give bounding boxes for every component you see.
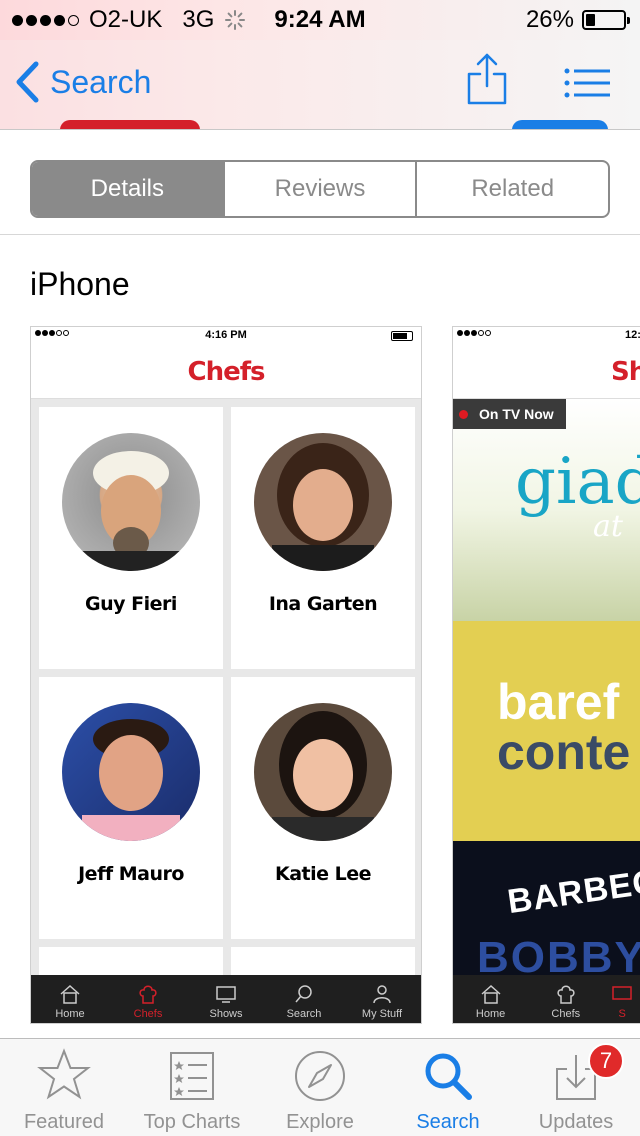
segment-related[interactable]: Related — [415, 162, 608, 216]
search-icon — [295, 985, 312, 1003]
tab-search[interactable]: Search — [384, 1039, 512, 1136]
tab-top-charts[interactable]: Top Charts — [128, 1039, 256, 1136]
chevron-left-icon — [16, 61, 39, 103]
mini-tab-shows: S — [603, 975, 640, 1023]
scrolled-content-peek — [60, 120, 200, 129]
mini-tab-bar: Home Chefs S — [453, 975, 640, 1023]
back-button[interactable]: Search — [14, 60, 151, 104]
mini-tab-shows: Shows — [187, 975, 265, 1023]
list-icon — [170, 1052, 214, 1100]
mini-tab-search: Search — [265, 975, 343, 1023]
chef-hat-icon — [139, 985, 157, 1004]
mini-tab-label: My Stuff — [361, 1008, 403, 1020]
person-icon — [373, 985, 391, 1004]
mini-header-title: Sh — [453, 345, 640, 399]
promo-text: BARBECU — [505, 858, 640, 922]
back-button-label: Search — [50, 63, 152, 100]
chef-card: Guy Fieri — [39, 407, 223, 669]
tab-label: Featured — [23, 1111, 105, 1133]
tab-label: Top Charts — [143, 1111, 241, 1133]
mini-tab-my-stuff: My Stuff — [343, 975, 421, 1023]
star-icon — [37, 1048, 91, 1100]
segment-details[interactable]: Details — [32, 162, 223, 216]
mini-tab-label: Home — [475, 1008, 506, 1020]
home-icon — [60, 984, 80, 1004]
mini-tab-chefs: Chefs — [528, 975, 603, 1023]
battery-percent: 26% — [525, 6, 574, 33]
home-icon — [481, 984, 501, 1004]
mini-header-title: Chefs — [31, 345, 421, 399]
app-screenshot-1[interactable]: 4:16 PM Chefs Guy Fieri Ina Garten Jeff … — [30, 326, 422, 1024]
avatar — [62, 703, 200, 841]
battery-icon — [582, 10, 630, 30]
promo-text: conte — [497, 724, 631, 780]
promo-image: BARBECU BOBBY — [453, 841, 640, 991]
section-title: iPhone — [30, 266, 130, 302]
mini-tab-label: Home — [55, 1008, 85, 1020]
tab-label: Updates — [538, 1111, 614, 1133]
avatar — [254, 433, 392, 571]
mini-tab-home: Home — [453, 975, 528, 1023]
tab-explore[interactable]: Explore — [256, 1039, 384, 1136]
tab-label: Explore — [286, 1111, 354, 1133]
tab-label: Search — [416, 1111, 480, 1133]
avatar — [62, 433, 200, 571]
promo-text: at — [593, 509, 623, 544]
chef-hat-icon — [557, 985, 575, 1004]
chef-name: Guy Fieri — [85, 593, 177, 615]
navigation-bar: Search — [0, 40, 640, 130]
chef-name: Ina Garten — [268, 593, 378, 615]
compass-icon — [295, 1051, 345, 1101]
battery-icon — [391, 331, 413, 341]
mini-status-bar: 4:16 PM — [31, 327, 421, 345]
tab-bar: Featured Top Charts Explore Search Updat… — [0, 1038, 640, 1136]
status-right: 26% — [525, 6, 630, 34]
tab-featured[interactable]: Featured — [0, 1039, 128, 1136]
mini-status-time: 4:16 PM — [205, 329, 247, 341]
promo-image: baref conte — [453, 621, 640, 841]
mini-tab-label: Chefs — [133, 1008, 163, 1020]
promo-image: giad at — [453, 399, 640, 621]
chef-card: Katie Lee — [231, 677, 415, 939]
avatar — [254, 703, 392, 841]
tv-icon — [612, 986, 632, 1000]
mini-tab-label: Shows — [209, 1008, 243, 1020]
mini-tab-chefs: Chefs — [109, 975, 187, 1023]
promo-text: giad — [515, 445, 640, 519]
segment-reviews[interactable]: Reviews — [222, 162, 416, 216]
app-screenshot-2[interactable]: 12: Sh giad at On TV Now baref conte BAR… — [452, 326, 640, 1024]
search-icon — [425, 1053, 472, 1100]
mini-tab-label: S — [618, 1008, 626, 1020]
mini-status-time: 12: — [625, 329, 640, 341]
chef-name: Jeff Mauro — [78, 863, 184, 885]
divider — [0, 234, 640, 235]
chef-name: Katie Lee — [274, 863, 372, 885]
chef-card: Jeff Mauro — [39, 677, 223, 939]
chef-grid: Guy Fieri Ina Garten Jeff Mauro Katie Le… — [31, 399, 421, 987]
on-tv-now-badge: On TV Now — [453, 399, 566, 429]
list-icon[interactable] — [564, 68, 610, 98]
scrolled-content-peek — [512, 120, 608, 129]
chef-card: Ina Garten — [231, 407, 415, 669]
signal-strength-icon — [457, 330, 491, 336]
updates-badge: 7 — [588, 1043, 624, 1079]
mini-status-bar: 12: — [453, 327, 640, 345]
mini-tab-bar: Home Chefs Shows Search My Stuff — [31, 975, 421, 1023]
share-icon[interactable] — [466, 52, 508, 106]
tab-updates[interactable]: Updates 7 — [512, 1039, 640, 1136]
tv-icon — [216, 986, 236, 1003]
status-bar: O2-UK 3G 9:24 AM 26% — [0, 0, 640, 40]
mini-tab-label: Chefs — [551, 1008, 581, 1020]
mini-tab-label: Search — [286, 1008, 322, 1020]
segmented-control: Details Reviews Related — [30, 160, 610, 218]
mini-tab-home: Home — [31, 975, 109, 1023]
